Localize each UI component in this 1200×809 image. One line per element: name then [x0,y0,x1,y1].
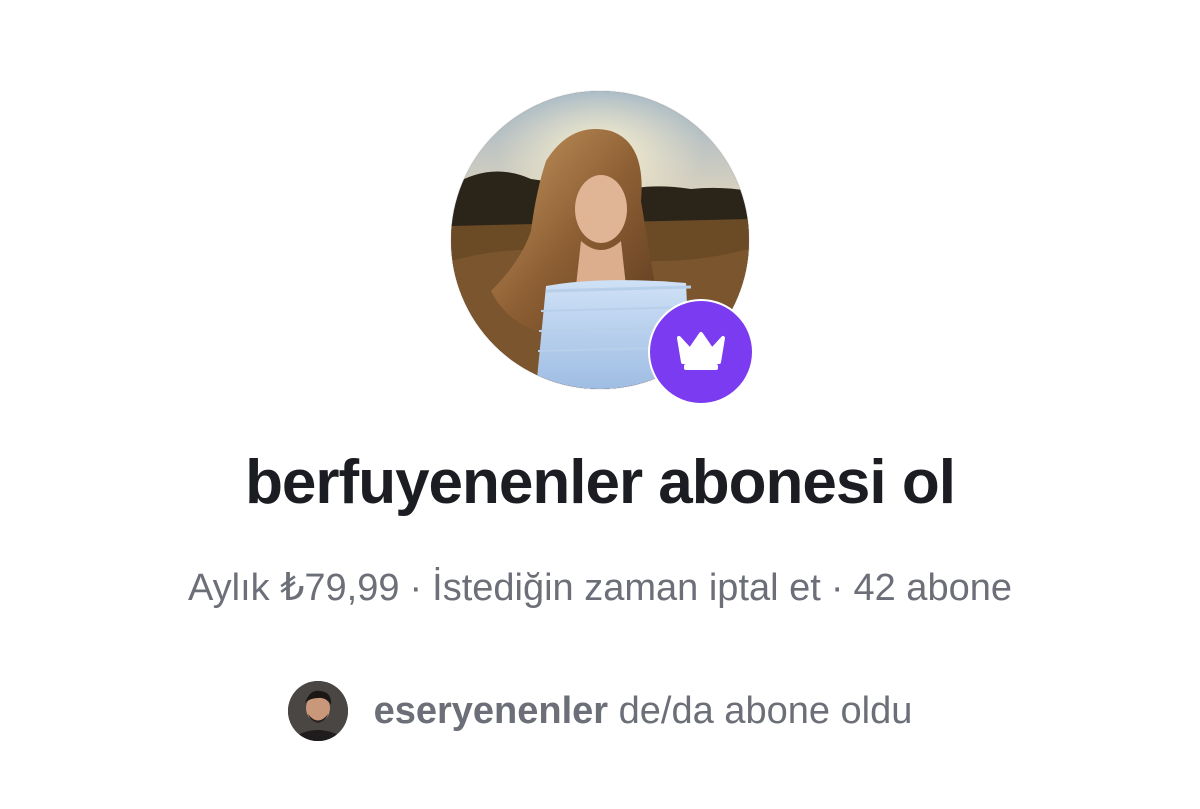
subscriber-count: 42 abone [853,567,1012,609]
price-text: Aylık ₺79,99 [188,567,400,609]
premium-badge-fill [650,301,752,403]
separator: · [409,567,423,609]
friend-avatar[interactable] [287,681,348,741]
premium-badge [648,299,754,405]
page-title: berfuyenenler abonesi ol [245,448,956,517]
friend-subscribed-row: eseryenenler de/da abone oldu [0,680,1200,742]
friend-action-text: de/da abone oldu [618,690,913,732]
subscribe-page: berfuyenenler abonesi ol Aylık ₺79,99 · İs… [0,0,1200,809]
friend-activity-text: eseryenenler de/da abone oldu [374,686,913,736]
creator-avatar-container [451,91,754,405]
subscription-details: Aylık ₺79,99 · İstediğin zaman iptal et · 42… [0,563,1200,613]
cancel-anytime-text: İstediğin zaman iptal et [432,567,821,609]
separator: · [830,567,844,609]
friend-username[interactable]: eseryenenler [374,690,609,732]
crown-icon [677,332,725,370]
